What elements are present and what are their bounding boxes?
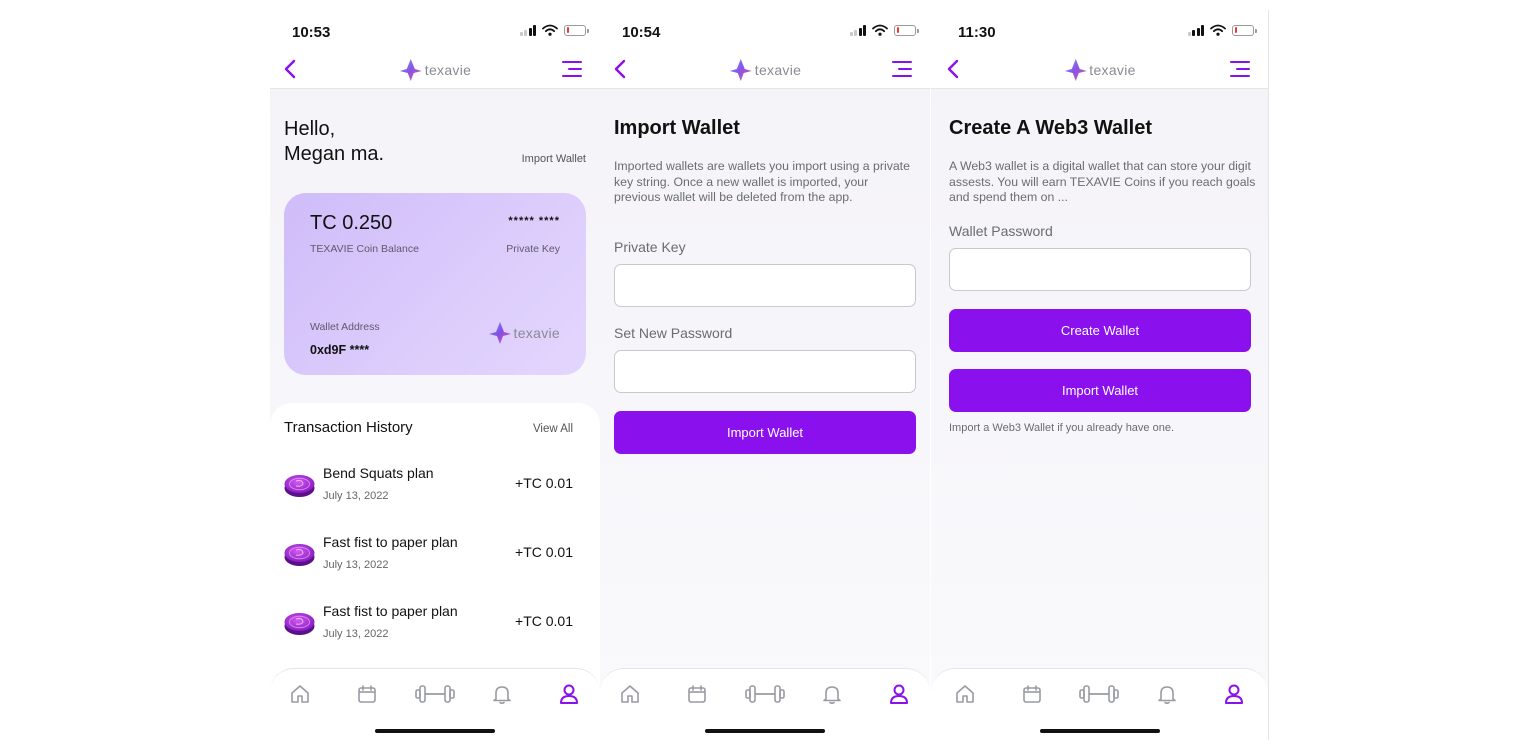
- import-wallet-screen: 10:54 texavie Import Wallet Imported wal…: [600, 10, 930, 740]
- coin-balance: TC 0.250: [310, 212, 393, 234]
- signal-icon: [849, 24, 866, 36]
- logo-mark-icon: [1063, 58, 1087, 82]
- calendar-icon[interactable]: [1021, 683, 1043, 705]
- bottom-tab-bar: [600, 668, 930, 740]
- transaction-name: Fast fist to paper plan: [323, 603, 458, 619]
- wallet-home-screen: 10:53 texavie Hello, Megan ma. Import Wa…: [270, 10, 600, 740]
- texavie-logo: texavie: [399, 58, 471, 82]
- calendar-icon[interactable]: [686, 683, 708, 705]
- private-key-label: Private Key: [506, 243, 560, 255]
- coin-balance-label: TEXAVIE Coin Balance: [310, 243, 419, 255]
- status-bar: 10:53: [270, 10, 600, 50]
- create-wallet-screen: 11:30 texavie Create A Web3 Wallet A Web…: [931, 10, 1269, 740]
- signal-icon: [519, 24, 536, 36]
- back-arrow-icon[interactable]: [610, 58, 632, 80]
- home-icon[interactable]: [619, 683, 641, 705]
- back-arrow-icon[interactable]: [943, 58, 965, 80]
- wifi-icon: [542, 24, 558, 36]
- import-wallet-button[interactable]: Import Wallet: [614, 411, 916, 454]
- greeting: Hello, Megan ma.: [284, 118, 385, 165]
- home-icon[interactable]: [954, 683, 976, 705]
- transaction-row[interactable]: Bend Squats plan July 13, 2022 +TC 0.01: [284, 465, 586, 513]
- battery-icon: [1232, 24, 1257, 36]
- wallet-address-label: Wallet Address: [310, 321, 380, 333]
- coin-icon: [284, 473, 315, 498]
- dumbbell-icon[interactable]: [415, 683, 455, 705]
- wifi-icon: [872, 24, 888, 36]
- status-bar: 11:30: [931, 10, 1268, 50]
- transaction-amount: +TC 0.01: [515, 475, 573, 491]
- home-indicator: [1039, 729, 1160, 733]
- page-title: Create A Web3 Wallet: [949, 117, 1153, 139]
- calendar-icon[interactable]: [356, 683, 378, 705]
- wallet-card: TC 0.250 TEXAVIE Coin Balance ***** ****…: [284, 193, 586, 375]
- menu-icon[interactable]: [890, 60, 912, 78]
- import-wallet-link[interactable]: Import Wallet: [522, 153, 586, 165]
- bottom-tab-bar: [931, 668, 1268, 740]
- home-indicator: [375, 729, 495, 733]
- profile-icon[interactable]: [1223, 683, 1245, 705]
- signal-icon: [1187, 24, 1204, 36]
- new-password-input[interactable]: [614, 350, 916, 393]
- logo-mark-icon: [729, 58, 753, 82]
- transaction-date: July 13, 2022: [323, 628, 389, 640]
- wallet-password-input[interactable]: [949, 248, 1251, 291]
- transaction-name: Fast fist to paper plan: [323, 534, 458, 550]
- import-hint: Import a Web3 Wallet if you already have…: [949, 422, 1175, 434]
- private-key-input[interactable]: [614, 264, 916, 307]
- bell-icon[interactable]: [821, 683, 843, 705]
- import-wallet-button[interactable]: Import Wallet: [949, 369, 1251, 412]
- back-arrow-icon[interactable]: [280, 58, 302, 80]
- menu-icon[interactable]: [560, 60, 582, 78]
- home-indicator: [705, 729, 825, 733]
- battery-icon: [894, 24, 919, 36]
- top-navbar: texavie: [600, 50, 930, 89]
- profile-icon[interactable]: [888, 683, 910, 705]
- menu-icon[interactable]: [1228, 60, 1250, 78]
- wallet-password-label: Wallet Password: [949, 223, 1053, 239]
- card-logo: texavie: [488, 321, 560, 345]
- transaction-history-title: Transaction History: [284, 419, 413, 436]
- logo-mark-icon: [399, 58, 423, 82]
- status-time: 10:53: [292, 24, 331, 41]
- texavie-logo: texavie: [1063, 58, 1135, 82]
- status-time: 11:30: [958, 24, 996, 41]
- import-description: Imported wallets are wallets you import …: [614, 159, 910, 204]
- top-navbar: texavie: [931, 50, 1268, 89]
- coin-icon: [284, 542, 315, 567]
- wallet-address: 0xd9F ****: [310, 343, 370, 357]
- transaction-date: July 13, 2022: [323, 490, 389, 502]
- battery-icon: [564, 24, 589, 36]
- transaction-amount: +TC 0.01: [515, 613, 573, 629]
- coin-icon: [284, 611, 315, 636]
- status-time: 10:54: [622, 24, 661, 41]
- transaction-date: July 13, 2022: [323, 559, 389, 571]
- view-all-link[interactable]: View All: [533, 423, 573, 435]
- dumbbell-icon[interactable]: [1079, 683, 1119, 705]
- transaction-row[interactable]: Fast fist to paper plan July 13, 2022 +T…: [284, 603, 586, 651]
- home-icon[interactable]: [289, 683, 311, 705]
- new-password-label: Set New Password: [614, 325, 733, 341]
- private-key-masked[interactable]: ***** ****: [508, 215, 560, 227]
- status-bar: 10:54: [600, 10, 930, 50]
- transaction-amount: +TC 0.01: [515, 544, 573, 560]
- transaction-name: Bend Squats plan: [323, 465, 434, 481]
- texavie-logo: texavie: [729, 58, 801, 82]
- create-wallet-button[interactable]: Create Wallet: [949, 309, 1251, 352]
- private-key-label: Private Key: [614, 239, 686, 255]
- bell-icon[interactable]: [491, 683, 513, 705]
- create-description: A Web3 wallet is a digital wallet that c…: [949, 159, 1256, 204]
- dumbbell-icon[interactable]: [745, 683, 785, 705]
- transaction-row[interactable]: Fast fist to paper plan July 13, 2022 +T…: [284, 534, 586, 582]
- wifi-icon: [1210, 24, 1226, 36]
- bell-icon[interactable]: [1156, 683, 1178, 705]
- transaction-history-panel: Transaction History View All Bend Squats…: [270, 403, 600, 703]
- profile-icon[interactable]: [558, 683, 580, 705]
- bottom-tab-bar: [270, 668, 600, 740]
- logo-mark-icon: [488, 321, 512, 345]
- top-navbar: texavie: [270, 50, 600, 89]
- page-title: Import Wallet: [614, 117, 740, 139]
